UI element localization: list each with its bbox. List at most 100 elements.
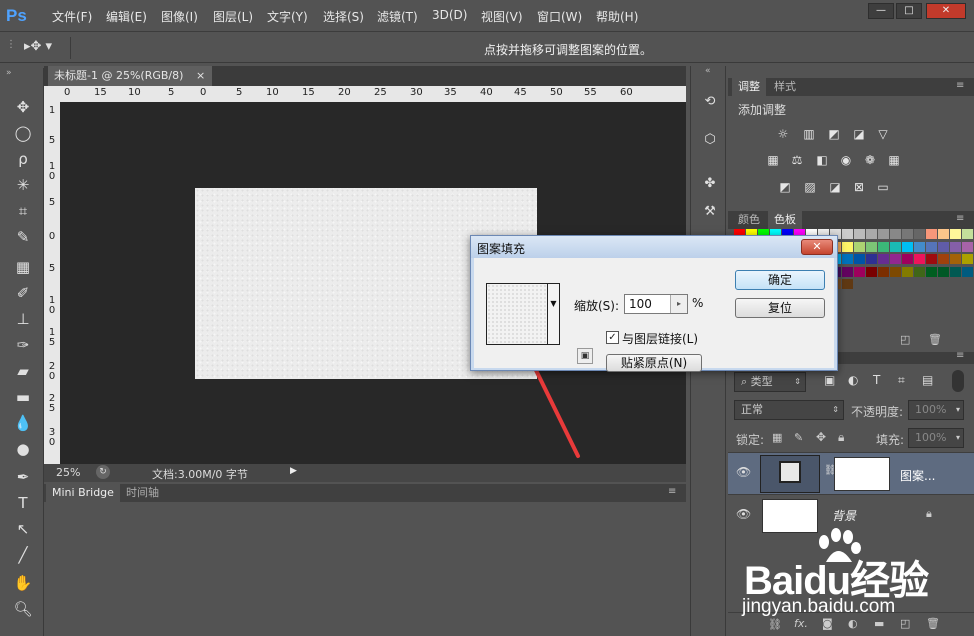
3d-panel-icon[interactable]: ⬡ [699,130,721,150]
layer-row-pattern[interactable]: 👁︎ ⛓ 图案... [728,452,974,494]
panel-menu-icon[interactable]: ≡ [956,350,964,361]
opacity-input[interactable]: 100% ▾ [908,400,964,420]
tool-presets-icon[interactable]: ⚒ [699,202,721,222]
color-swatch[interactable] [926,254,937,264]
black-white-icon[interactable]: ◧ [813,152,831,168]
maximize-button[interactable]: □ [896,3,922,19]
ok-button[interactable]: 确定 [735,270,825,290]
blur-tool-icon[interactable]: 💧 [10,412,36,434]
menu-file[interactable]: 文件(F) [52,8,92,25]
color-swatch[interactable] [890,254,901,264]
color-swatch[interactable] [938,241,949,252]
new-preset-icon[interactable]: ▣ [577,348,593,364]
filter-type-icon[interactable]: T [873,373,880,387]
filter-adjustment-icon[interactable]: ◐ [848,373,858,387]
color-swatch[interactable] [878,254,889,264]
color-swatch[interactable] [878,241,889,252]
healing-brush-tool-icon[interactable]: ▦ [10,256,36,278]
posterize-icon[interactable]: ▨ [801,179,819,195]
crop-tool-icon[interactable]: ⌗ [10,200,36,222]
close-tab-icon[interactable]: × [196,66,205,86]
link-with-layer-checkbox[interactable]: ✓ [606,331,619,344]
color-swatch[interactable] [962,266,973,277]
menu-type[interactable]: 文字(Y) [267,8,308,25]
magic-wand-tool-icon[interactable]: ✳ [10,174,36,196]
color-swatch[interactable] [842,229,853,239]
photo-filter-icon[interactable]: ◉ [837,152,855,168]
filter-smart-object-icon[interactable]: ▤ [922,373,933,387]
visibility-eye-icon[interactable]: 👁︎ [736,465,751,479]
dialog-titlebar[interactable]: 图案填充 ✕ [471,236,837,258]
color-swatch[interactable] [842,266,853,277]
menu-select[interactable]: 选择(S) [323,8,364,25]
color-swatch[interactable] [914,254,925,264]
move-tool-icon[interactable]: ✥ [10,96,36,118]
color-swatch[interactable] [902,266,913,277]
lock-transparent-icon[interactable]: ▦ [772,431,782,444]
layer-name[interactable]: 图案... [900,467,935,484]
color-swatch[interactable] [854,241,865,252]
color-swatch[interactable] [938,266,949,277]
pattern-picker-dropdown[interactable]: ▼ [548,283,560,345]
fill-input[interactable]: 100% ▾ [908,428,964,448]
color-swatch[interactable] [962,254,973,264]
color-swatch[interactable] [842,254,853,264]
move-tool-preset-icon[interactable]: ▸✥ ▾ [24,39,52,54]
color-swatch[interactable] [938,254,949,264]
collapse-icon[interactable]: » [6,68,12,78]
tab-adjustments[interactable]: 调整 [732,78,766,96]
history-panel-icon[interactable]: ⟲ [699,92,721,112]
type-tool-icon[interactable]: T [10,492,36,514]
color-swatch[interactable] [938,229,949,239]
color-swatch[interactable] [890,266,901,277]
reset-button[interactable]: 复位 [735,298,825,318]
color-swatch[interactable] [950,229,961,239]
close-button[interactable]: ✕ [926,3,966,19]
selective-color-icon[interactable]: ⊠ [850,179,868,195]
color-swatch[interactable] [914,266,925,277]
color-swatch[interactable] [854,229,865,239]
panel-menu-icon[interactable]: ≡ [956,80,964,91]
delete-swatch-icon[interactable]: 🗑︎ [928,333,942,346]
eraser-tool-icon[interactable]: ▰ [10,360,36,382]
path-selection-tool-icon[interactable]: ↖ [10,518,36,540]
levels-icon[interactable]: ▥ [800,126,818,142]
zoom-tool-icon[interactable]: 🔍︎ [10,598,36,620]
filter-pixel-icon[interactable]: ▣ [824,373,835,387]
color-swatch[interactable] [866,241,877,252]
channel-mixer-icon[interactable]: ❁ [861,152,879,168]
color-swatch[interactable] [878,229,889,239]
exposure-icon[interactable]: ◪ [850,126,868,142]
color-swatch[interactable] [842,279,853,289]
marquee-tool-icon[interactable]: ◯ [10,122,36,144]
threshold-icon[interactable]: ◪ [826,179,844,195]
status-menu-arrow[interactable]: ▶ [290,466,297,476]
color-swatch[interactable] [854,266,865,277]
brush-presets-icon[interactable]: ✤ [699,174,721,194]
new-swatch-icon[interactable]: ◰ [900,333,910,346]
dodge-tool-icon[interactable]: ● [10,438,36,460]
color-swatch[interactable] [914,229,925,239]
hue-saturation-icon[interactable]: ▦ [764,152,782,168]
layer-name[interactable]: 背景 [832,507,856,524]
color-swatch[interactable] [914,241,925,252]
tab-styles[interactable]: 样式 [768,78,802,96]
lock-image-icon[interactable]: ✎ [794,431,803,444]
blend-mode-select[interactable]: 正常 ⇕ [734,400,844,420]
clone-stamp-tool-icon[interactable]: ⊥ [10,308,36,330]
color-balance-icon[interactable]: ⚖ [788,152,806,168]
color-swatch[interactable] [866,229,877,239]
menu-help[interactable]: 帮助(H) [596,8,638,25]
color-swatch[interactable] [902,229,913,239]
color-swatch[interactable] [854,254,865,264]
document-tab[interactable]: 未标题-1 @ 25%(RGB/8) × [48,66,212,86]
tab-swatches[interactable]: 色板 [768,211,802,229]
line-tool-icon[interactable]: ╱ [10,544,36,566]
tab-mini-bridge[interactable]: Mini Bridge [46,484,120,502]
gradient-tool-icon[interactable]: ▬ [10,386,36,408]
color-swatch[interactable] [902,254,913,264]
brightness-icon[interactable]: ☼ [774,126,792,142]
menu-view[interactable]: 视图(V) [481,8,523,25]
color-swatch[interactable] [890,241,901,252]
color-swatch[interactable] [926,266,937,277]
